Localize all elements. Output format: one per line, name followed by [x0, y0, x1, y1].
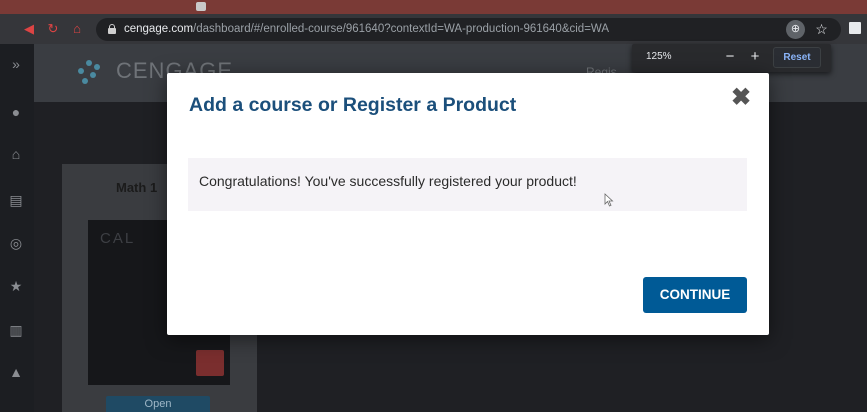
compass-icon[interactable]: ◎ — [6, 233, 26, 253]
success-message: Congratulations! You've successfully reg… — [199, 173, 577, 189]
expand-icon[interactable]: » — [6, 54, 26, 74]
book-icon[interactable]: ▤ — [6, 190, 26, 210]
user-icon[interactable]: ● — [6, 102, 26, 122]
lock-icon — [108, 24, 116, 34]
home-nav-icon[interactable]: ⌂ — [6, 144, 26, 164]
zoom-icon[interactable]: ⊕ — [786, 20, 805, 39]
zoom-reset-button[interactable]: Reset — [773, 47, 821, 68]
zoom-in-button[interactable]: + — [746, 48, 764, 66]
browser-tab-strip — [0, 0, 867, 14]
star-nav-icon[interactable]: ★ — [6, 276, 26, 296]
url-text[interactable]: cengage.com/dashboard/#/enrolled-course/… — [124, 22, 609, 37]
address-bar[interactable]: cengage.com/dashboard/#/enrolled-course/… — [96, 18, 841, 41]
star-icon[interactable]: ☆ — [812, 20, 831, 39]
book-cover-text: CAL — [100, 230, 136, 247]
close-icon[interactable]: ✖ — [730, 86, 752, 110]
home-icon[interactable]: ⌂ — [68, 20, 86, 38]
library-icon[interactable]: ▥ — [6, 320, 26, 340]
register-product-modal: Add a course or Register a Product ✖ Con… — [167, 73, 769, 335]
continue-button[interactable]: CONTINUE — [643, 277, 747, 313]
screen: ◀ ↻ ⌂ cengage.com/dashboard/#/enrolled-c… — [0, 0, 867, 412]
url-path: /dashboard/#/enrolled-course/961640?cont… — [193, 23, 610, 35]
course-title: Math 1 — [116, 180, 158, 195]
zoom-level: 125% — [646, 51, 672, 62]
reload-icon[interactable]: ↻ — [44, 20, 62, 38]
graduation-cap-icon[interactable]: ▲ — [6, 362, 26, 382]
back-icon[interactable]: ◀ — [20, 20, 38, 38]
publisher-badge — [196, 350, 224, 376]
modal-title: Add a course or Register a Product — [189, 94, 517, 116]
browser-toolbar: ◀ ↻ ⌂ cengage.com/dashboard/#/enrolled-c… — [0, 14, 867, 44]
tab-favicon[interactable] — [196, 2, 206, 11]
mouse-cursor-icon — [604, 193, 614, 207]
open-button[interactable]: Open — [106, 396, 210, 412]
menu-icon[interactable] — [849, 22, 861, 34]
cengage-logo-icon — [78, 60, 104, 84]
zoom-popup: 125% − + Reset — [632, 44, 831, 72]
side-navigation: » ● ⌂ ▤ ◎ ★ ▥ ▲ — [0, 44, 34, 412]
zoom-out-button[interactable]: − — [721, 48, 739, 66]
success-message-box: Congratulations! You've successfully reg… — [188, 158, 747, 211]
url-host: cengage.com — [124, 23, 194, 35]
